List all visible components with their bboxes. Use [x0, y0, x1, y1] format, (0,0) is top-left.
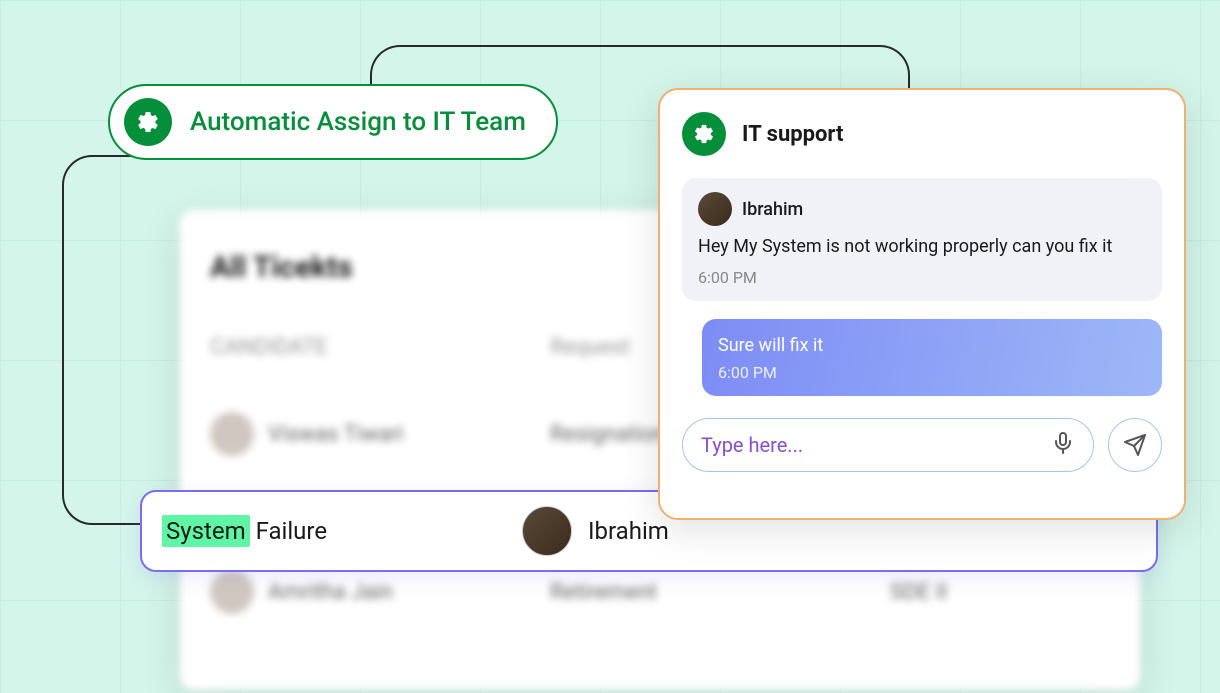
message-body: Hey My System is not working properly ca… [698, 234, 1146, 260]
column-candidate: CANDIDATE [210, 335, 550, 360]
message-time: 6:00 PM [698, 268, 1146, 287]
candidate-name: Amritha Jain [268, 580, 393, 605]
chat-message-incoming: Ibrahim Hey My System is not working pro… [682, 178, 1162, 301]
message-sender: Ibrahim [742, 199, 803, 220]
message-time: 6:00 PM [718, 363, 1146, 382]
chat-input-placeholder: Type here... [701, 433, 803, 457]
mic-icon[interactable] [1051, 431, 1075, 460]
gear-icon [682, 112, 726, 156]
role-cell: SDE II [890, 580, 1110, 605]
auto-assign-pill: Automatic Assign to IT Team [108, 84, 558, 160]
send-button[interactable] [1108, 418, 1162, 472]
avatar [210, 570, 254, 614]
chat-header: IT support [682, 112, 1162, 156]
avatar [698, 192, 732, 226]
send-icon [1123, 433, 1147, 457]
gear-icon [124, 98, 172, 146]
chat-panel: IT support Ibrahim Hey My System is not … [658, 88, 1186, 520]
avatar [522, 506, 572, 556]
auto-assign-label: Automatic Assign to IT Team [190, 107, 526, 137]
candidate-name: Viswas Tiwari [268, 422, 403, 447]
chat-input[interactable]: Type here... [682, 418, 1094, 472]
chat-message-outgoing: Sure will fix it 6:00 PM [702, 319, 1162, 396]
ticket-type: System Failure [162, 517, 522, 545]
chat-title: IT support [742, 122, 843, 147]
highlight-keyword: System [162, 515, 250, 547]
candidate-name: Ibrahim [588, 517, 669, 545]
message-body: Sure will fix it [718, 333, 1146, 359]
avatar [210, 412, 254, 456]
request-cell: Retirement [550, 580, 890, 605]
